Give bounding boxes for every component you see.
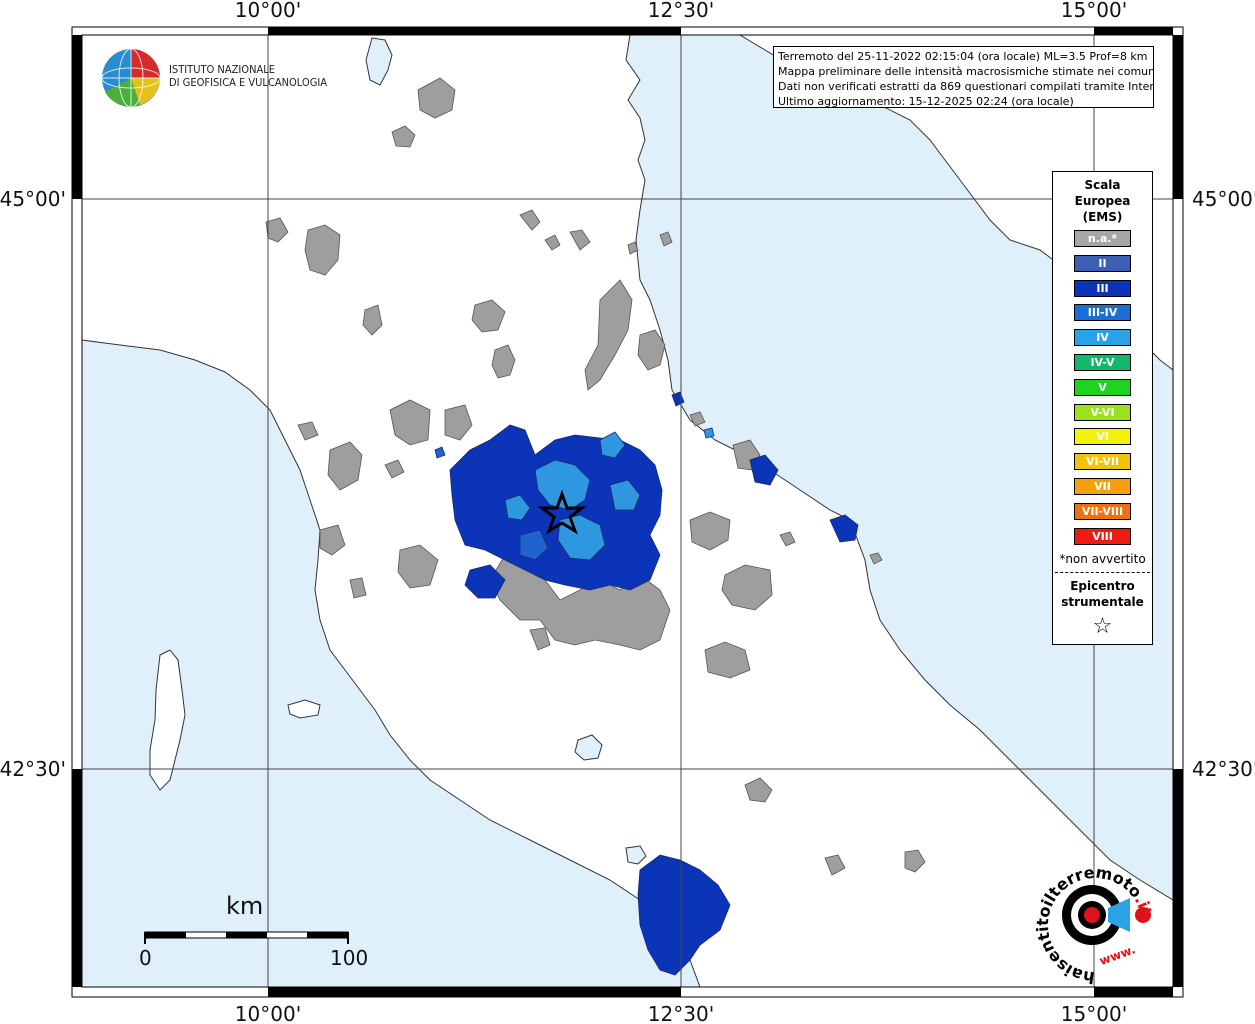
legend-title-line-3: (EMS)	[1082, 210, 1123, 224]
lon-tick-top-2: 12°30'	[648, 0, 714, 22]
legend-title-line-1: Scala	[1084, 178, 1121, 192]
lon-tick-bottom-2: 12°30'	[648, 1002, 714, 1024]
legend-item: II	[1074, 254, 1131, 272]
legend-epicenter-line-1: Epicentro	[1070, 579, 1135, 594]
lat-tick-left-1: 45°00'	[0, 187, 66, 211]
legend-item: V	[1074, 378, 1131, 396]
legend-item: V-VI	[1074, 403, 1131, 421]
lon-tick-top-3: 15°00'	[1061, 0, 1127, 22]
legend-item: IV	[1074, 329, 1131, 347]
lat-tick-right-1: 45°00'	[1192, 187, 1255, 211]
ingv-logo-icon	[101, 48, 161, 108]
legend-item: n.a.*	[1074, 230, 1131, 247]
lat-tick-right-2: 42°30'	[1192, 757, 1255, 781]
legend-item: VIII	[1074, 527, 1131, 545]
legend-item: III	[1074, 279, 1131, 297]
legend-item: III-IV	[1074, 304, 1131, 322]
legend-item: VII	[1074, 477, 1131, 495]
event-info-line-3: Dati non verificati estratti da 869 ques…	[778, 80, 1154, 93]
event-info-line-1: Terremoto del 25-11-2022 02:15:04 (ora l…	[778, 50, 1148, 63]
event-info-box: Terremoto del 25-11-2022 02:15:04 (ora l…	[773, 46, 1154, 108]
legend-item: VI	[1074, 428, 1131, 446]
legend-item: VI-VII	[1074, 453, 1131, 471]
event-info-line-2: Mappa preliminare delle intensità macros…	[778, 65, 1154, 78]
legend-title-line-2: Europea	[1074, 194, 1131, 208]
legend-items: n.a.* II III III-IV IV IV-V V V-VI VI VI-VII VII VI…	[1053, 230, 1152, 545]
institute-line-2: DI GEOFISICA E VULCANOLOGIA	[169, 76, 328, 89]
legend-separator	[1055, 572, 1150, 574]
ems-legend: Scala Europea (EMS) n.a.* II III III-IV IV IV…	[1052, 171, 1153, 645]
institute-name: ISTITUTO NAZIONALE DI GEOFISICA E VULCAN…	[169, 63, 327, 89]
site-logo-icon[interactable]: haisentitoilterremoto.it www.	[1030, 860, 1160, 990]
lon-tick-bottom-3: 15°00'	[1061, 1002, 1127, 1024]
legend-epicenter-label: Epicentro strumentale	[1053, 578, 1152, 610]
lon-tick-top-1: 10°00'	[235, 0, 301, 22]
legend-item: IV-V	[1074, 353, 1131, 371]
site-url-prefix: www.	[1098, 942, 1138, 968]
lat-tick-left-2: 42°30'	[0, 757, 66, 781]
legend-note: *non avvertito	[1059, 552, 1146, 567]
legend-item: VII-VIII	[1074, 502, 1131, 520]
lon-tick-bottom-1: 10°00'	[235, 1002, 301, 1024]
legend-epicenter-line-2: strumentale	[1061, 595, 1144, 610]
scale-max: 100	[330, 946, 369, 970]
legend-title: Scala Europea (EMS)	[1053, 177, 1152, 225]
scale-unit: km	[226, 892, 264, 920]
institute-line-1: ISTITUTO NAZIONALE	[169, 63, 276, 76]
event-info-line-4: Ultimo aggiornamento: 15-12-2025 02:24 (…	[778, 95, 1074, 108]
scale-min: 0	[139, 946, 152, 970]
legend-star-icon: ☆	[1092, 614, 1113, 640]
